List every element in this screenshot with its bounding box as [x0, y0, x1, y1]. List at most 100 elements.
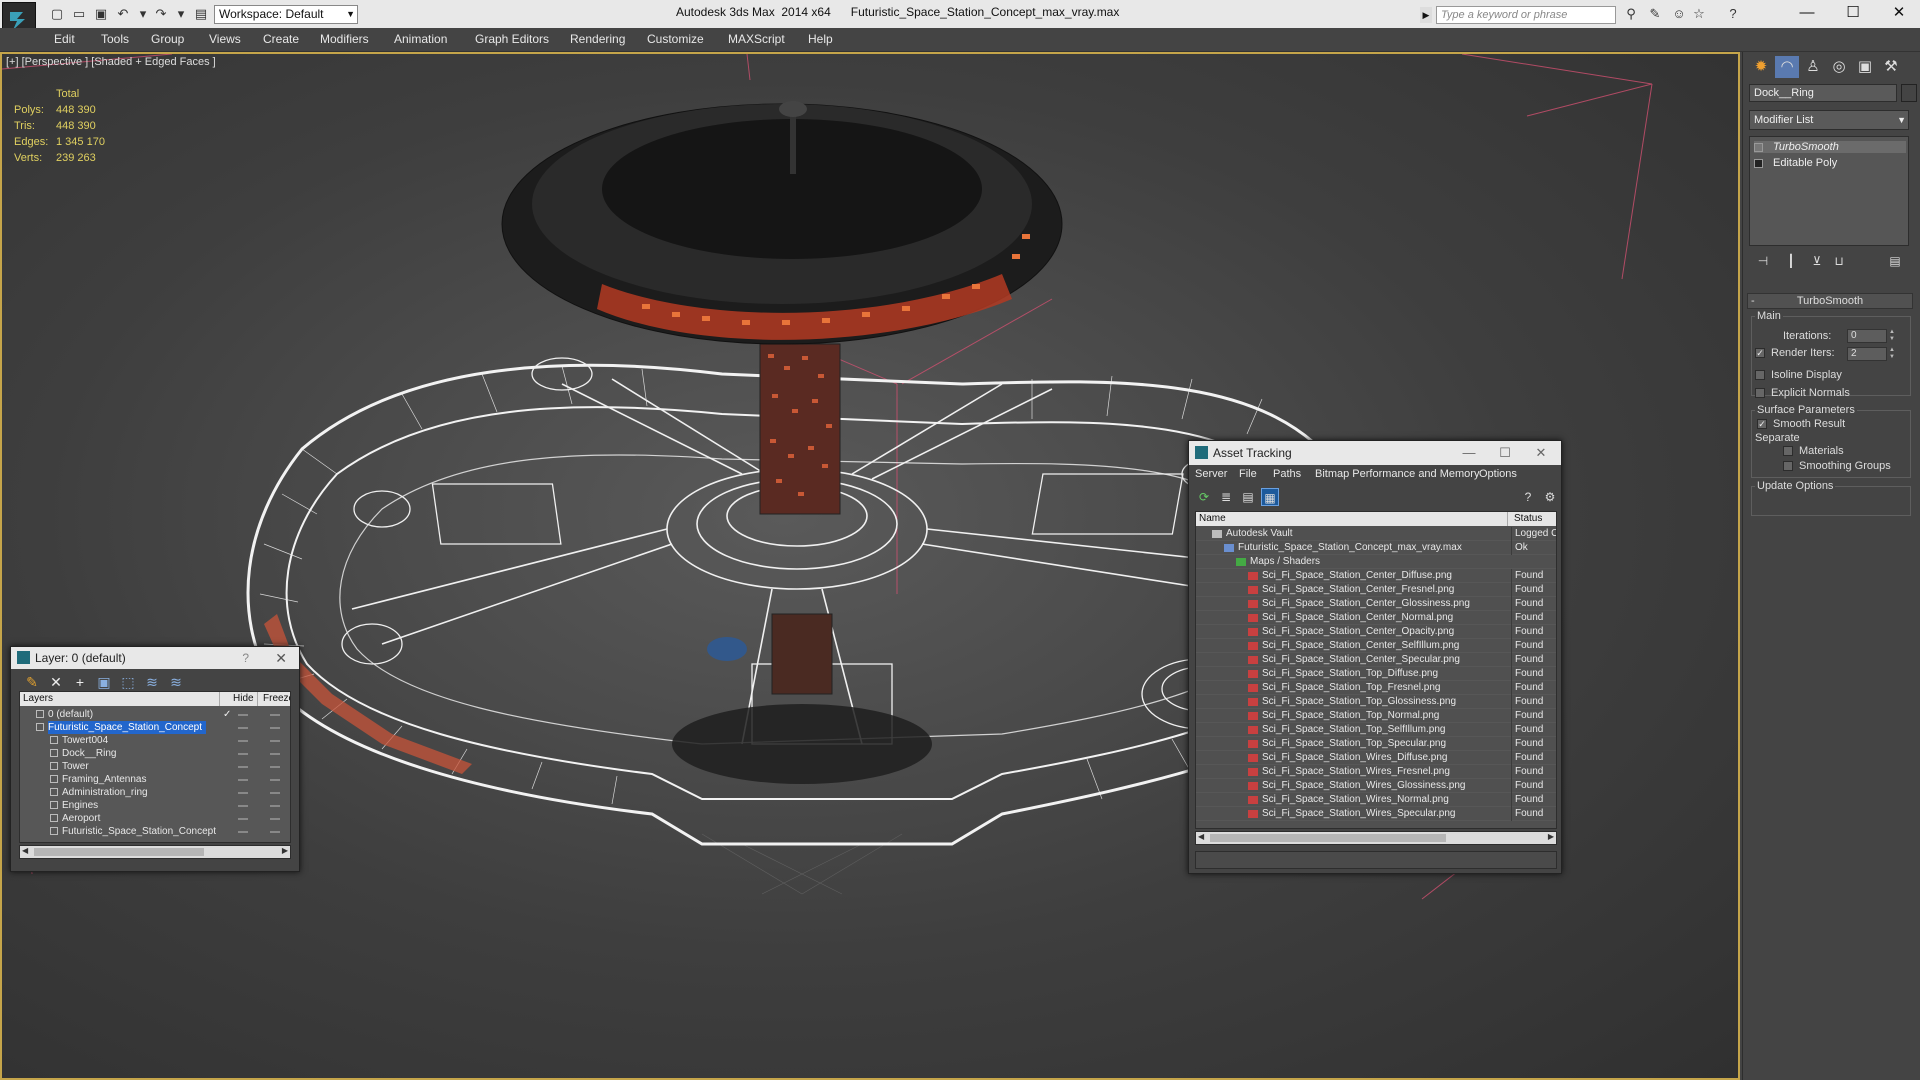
menu-help[interactable]: Help — [808, 32, 833, 46]
add-layer-icon[interactable]: + — [71, 673, 89, 691]
detail-view-icon[interactable]: ▤ — [1239, 488, 1257, 506]
lightbulb-icon[interactable] — [1754, 142, 1763, 152]
asset-row[interactable]: Sci_Fi_Space_Station_Top_Normal.png Found — [1196, 709, 1556, 723]
asset-row[interactable]: Sci_Fi_Space_Station_Wires_Glossiness.pn… — [1196, 779, 1556, 793]
spinner-arrows-icon[interactable]: ▲ ▼ — [1889, 329, 1897, 343]
redo-dropdown-icon[interactable]: ▾ — [172, 6, 190, 22]
close-button[interactable]: ✕ — [1876, 2, 1920, 24]
spinner-arrows-icon[interactable]: ▲ ▼ — [1889, 347, 1897, 361]
freeze-toggle[interactable] — [270, 753, 280, 755]
layer-name[interactable]: Tower — [62, 760, 93, 773]
table-view-icon[interactable]: ▦ — [1261, 488, 1279, 506]
search-expand-icon[interactable]: ▶ — [1420, 7, 1432, 23]
stack-item-editable-poly[interactable]: Editable Poly — [1754, 157, 1837, 169]
menu-group[interactable]: Group — [151, 32, 184, 46]
close-button[interactable]: ✕ — [1523, 441, 1559, 465]
show-end-result-icon[interactable]: ┃ — [1781, 252, 1801, 270]
modify-icon[interactable]: ◠ — [1775, 56, 1799, 78]
asset-row[interactable]: Sci_Fi_Space_Station_Center_Diffuse.png F… — [1196, 569, 1556, 583]
menu-server[interactable]: Server — [1195, 468, 1227, 480]
iterations-spinner[interactable]: 0 — [1847, 329, 1887, 343]
minimize-button[interactable]: — — [1784, 2, 1830, 24]
object-name-field[interactable]: Dock__Ring — [1749, 84, 1897, 102]
layer-name[interactable]: 0 (default) — [48, 708, 97, 721]
create-icon[interactable]: ✹ — [1749, 56, 1773, 78]
hide-toggle[interactable] — [238, 818, 248, 820]
hide-toggle[interactable] — [238, 792, 248, 794]
object-color-swatch[interactable] — [1901, 84, 1917, 102]
menu-modifiers[interactable]: Modifiers — [320, 32, 369, 46]
freeze-layers-icon[interactable]: ≋ — [167, 673, 185, 691]
display-icon[interactable]: ▣ — [1853, 56, 1877, 78]
list-view-icon[interactable]: ≣ — [1217, 488, 1235, 506]
stack-item-turbosmooth[interactable]: TurboSmooth — [1754, 141, 1906, 153]
column-freeze[interactable]: Freeze — [260, 692, 290, 706]
menu-maxscript[interactable]: MAXScript — [728, 32, 785, 46]
utilities-icon[interactable]: ⚒ — [1879, 56, 1903, 78]
layer-name[interactable]: Futuristic_Space_Station_Concept — [48, 721, 206, 734]
menu-rendering[interactable]: Rendering — [570, 32, 625, 46]
layer-row[interactable]: Futuristic_Space_Station_Concept — [20, 721, 290, 734]
column-layers[interactable]: Layers — [20, 692, 220, 706]
freeze-toggle[interactable] — [270, 792, 280, 794]
layer-row[interactable]: Dock__Ring — [20, 747, 290, 760]
help-icon[interactable]: ? — [1724, 6, 1742, 22]
undo-dropdown-icon[interactable]: ▾ — [134, 6, 152, 22]
maximize-button[interactable]: ☐ — [1487, 441, 1523, 465]
freeze-toggle[interactable] — [270, 766, 280, 768]
asset-row[interactable]: Sci_Fi_Space_Station_Wires_Diffuse.png Fo… — [1196, 751, 1556, 765]
freeze-toggle[interactable] — [270, 727, 280, 729]
remove-modifier-icon[interactable]: ⊔ — [1829, 252, 1849, 270]
layer-name[interactable]: Towert004 — [62, 734, 112, 747]
select-objects-icon[interactable]: ▣ — [95, 673, 113, 691]
help-button[interactable]: ? — [242, 647, 249, 669]
modifier-list-dropdown[interactable]: Modifier List ▼ — [1749, 110, 1909, 130]
asset-row[interactable]: Sci_Fi_Space_Station_Center_Glossiness.p… — [1196, 597, 1556, 611]
materials-checkbox[interactable] — [1783, 446, 1793, 456]
layer-name[interactable]: Dock__Ring — [62, 747, 120, 760]
menu-bitmap-performance[interactable]: Bitmap Performance and Memory — [1315, 468, 1479, 480]
column-name[interactable]: Name — [1196, 512, 1508, 526]
redo-icon[interactable]: ↷ — [152, 6, 170, 22]
hide-toggle[interactable] — [238, 831, 248, 833]
layer-row[interactable]: Aeroport — [20, 812, 290, 825]
freeze-toggle[interactable] — [270, 805, 280, 807]
project-folder-icon[interactable]: ▤ — [192, 6, 210, 22]
scroll-left-icon[interactable]: ◀ — [22, 846, 28, 855]
layer-name[interactable]: Engines — [62, 799, 102, 812]
asset-row[interactable]: Sci_Fi_Space_Station_Center_Specular.png… — [1196, 653, 1556, 667]
workspace-dropdown[interactable]: Workspace: Default ▼ — [214, 5, 358, 24]
configure-sets-icon[interactable]: ▤ — [1885, 252, 1905, 270]
asset-row[interactable]: Sci_Fi_Space_Station_Center_Opacity.png F… — [1196, 625, 1556, 639]
star-icon[interactable]: ☆ — [1690, 6, 1708, 22]
refresh-icon[interactable]: ⟳ — [1195, 488, 1213, 506]
freeze-toggle[interactable] — [270, 740, 280, 742]
scrollbar-thumb[interactable] — [1210, 834, 1446, 842]
menu-tools[interactable]: Tools — [101, 32, 129, 46]
new-file-icon[interactable]: ▢ — [48, 6, 66, 22]
smoothing-groups-checkbox[interactable] — [1783, 461, 1793, 471]
layer-explorer-titlebar[interactable]: Layer: 0 (default) ? ✕ — [11, 647, 299, 669]
freeze-toggle[interactable] — [270, 714, 280, 716]
column-status[interactable]: Status — [1511, 512, 1556, 526]
freeze-toggle[interactable] — [270, 831, 280, 833]
layer-name[interactable]: Administration_ring — [62, 786, 152, 799]
open-folder-icon[interactable]: ▭ — [70, 6, 88, 22]
asset-row[interactable]: Sci_Fi_Space_Station_Top_Glossiness.png F… — [1196, 695, 1556, 709]
layer-row[interactable]: Towert004 — [20, 734, 290, 747]
layer-row[interactable]: Framing_Antennas — [20, 773, 290, 786]
scroll-right-icon[interactable]: ▶ — [1548, 832, 1554, 841]
search-input[interactable]: Type a keyword or phrase — [1436, 6, 1616, 24]
smooth-result-checkbox[interactable]: ✓ — [1757, 419, 1767, 429]
asset-path-field[interactable] — [1195, 851, 1557, 869]
scrollbar-thumb[interactable] — [34, 848, 204, 856]
asset-row[interactable]: Futuristic_Space_Station_Concept_max_vra… — [1196, 541, 1556, 555]
layer-name[interactable]: Framing_Antennas — [62, 773, 151, 786]
freeze-toggle[interactable] — [270, 779, 280, 781]
current-layer-check-icon[interactable]: ✓ — [223, 708, 231, 721]
layer-manager-icon[interactable]: ✎ — [23, 673, 41, 691]
hide-toggle[interactable] — [238, 805, 248, 807]
menu-paths[interactable]: Paths — [1273, 468, 1301, 480]
column-hide[interactable]: Hide — [230, 692, 258, 706]
motion-icon[interactable]: ◎ — [1827, 56, 1851, 78]
